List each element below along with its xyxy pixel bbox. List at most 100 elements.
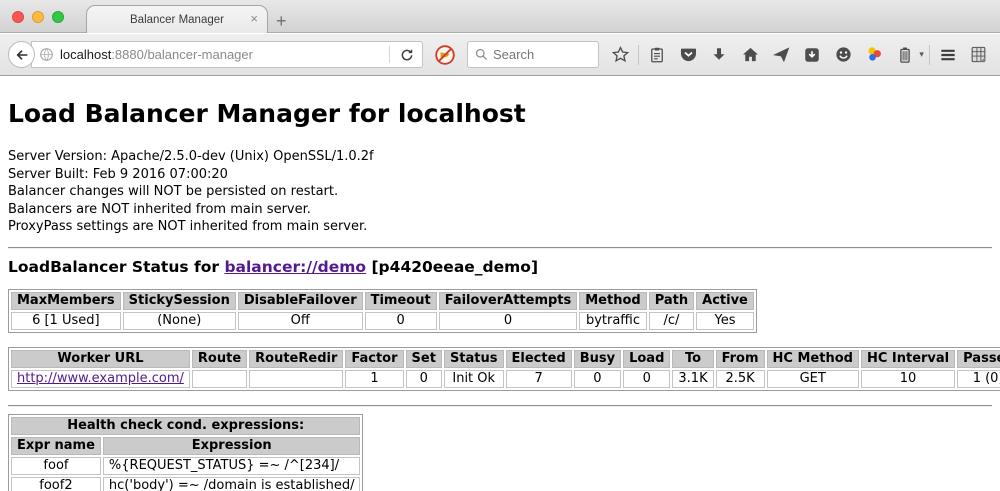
reload-icon <box>399 47 415 63</box>
col-from: From <box>716 350 765 368</box>
col-factor: Factor <box>345 350 403 368</box>
cell-hc-method: GET <box>767 370 859 388</box>
worker-table: Worker URL Route RouteRedir Factor Set S… <box>8 347 1000 391</box>
back-arrow-icon <box>14 47 30 63</box>
col-expr-name: Expr name <box>11 437 101 455</box>
col-expression: Expression <box>103 437 361 455</box>
col-active: Active <box>696 292 754 310</box>
table-row: foof %{REQUEST_STATUS} =~ /^[234]/ <box>11 457 360 475</box>
cell-elected: 7 <box>506 370 572 388</box>
back-button[interactable] <box>8 41 35 68</box>
downloads-button[interactable] <box>706 42 732 68</box>
col-set: Set <box>406 350 442 368</box>
cell-timeout: 0 <box>365 312 437 330</box>
urlbar-divider <box>389 46 390 63</box>
balancer-settings-table: MaxMembers StickySession DisableFailover… <box>8 289 757 333</box>
cell-routeredir <box>249 370 343 388</box>
send-page-button[interactable] <box>768 42 794 68</box>
pocket-button[interactable] <box>675 42 701 68</box>
star-icon <box>611 45 630 64</box>
notice-line: Balancers are NOT inherited from main se… <box>8 201 992 219</box>
cell-worker-url: http://www.example.com/ <box>11 370 190 388</box>
col-path: Path <box>649 292 694 310</box>
container-button[interactable] <box>892 42 918 68</box>
minimize-window-button[interactable] <box>32 11 44 23</box>
cell-failoverattempts: 0 <box>439 312 578 330</box>
cell-expression: hc('body') =~ /domain is established/ <box>103 477 361 491</box>
table-header-row: MaxMembers StickySession DisableFailover… <box>11 292 754 310</box>
col-stickysession: StickySession <box>123 292 236 310</box>
toolbar-separator <box>638 45 639 65</box>
col-timeout: Timeout <box>365 292 437 310</box>
balancer-demo-link[interactable]: balancer://demo <box>224 258 366 276</box>
smiley-icon <box>834 45 853 64</box>
table-header-row: Worker URL Route RouteRedir Factor Set S… <box>11 350 1000 368</box>
col-method: Method <box>579 292 646 310</box>
cell-path: /c/ <box>649 312 694 330</box>
cell-to: 3.1K <box>672 370 713 388</box>
notice-line: Balancer changes will NOT be persisted o… <box>8 183 992 201</box>
cell-method: bytraffic <box>579 312 646 330</box>
cell-expr-name: foof <box>11 457 101 475</box>
download-box-button[interactable] <box>799 42 825 68</box>
col-disablefailover: DisableFailover <box>238 292 363 310</box>
url-bar[interactable]: localhost:8880/balancer-manager <box>31 41 423 68</box>
zoom-window-button[interactable] <box>52 11 64 23</box>
col-maxmembers: MaxMembers <box>11 292 121 310</box>
toolbar-icons: ▾ <box>607 42 992 68</box>
server-version-line: Server Version: Apache/2.5.0-dev (Unix) … <box>8 148 992 166</box>
horizontal-rule <box>8 247 992 249</box>
cell-busy: 0 <box>574 370 621 388</box>
server-built-line: Server Built: Feb 9 2016 07:00:20 <box>8 166 992 184</box>
cell-expr-name: foof2 <box>11 477 101 491</box>
address-text[interactable]: localhost:8880/balancer-manager <box>60 47 387 62</box>
navigation-toolbar: localhost:8880/balancer-manager <box>0 34 1000 76</box>
col-hc-method: HC Method <box>767 350 859 368</box>
toolbar-separator <box>929 45 930 65</box>
tab-balancer-manager[interactable]: Balancer Manager × <box>86 5 268 33</box>
chevron-down-icon[interactable]: ▾ <box>919 49 924 60</box>
screenshot-extension-button[interactable] <box>966 42 992 68</box>
menu-button[interactable] <box>935 42 961 68</box>
paper-plane-icon <box>772 45 791 64</box>
search-icon <box>474 47 489 62</box>
browser-window: Balancer Manager × + localhost:8880/bala… <box>0 0 1000 491</box>
home-button[interactable] <box>737 42 763 68</box>
video-downloadhelper-button[interactable] <box>861 42 887 68</box>
search-input[interactable] <box>493 47 585 62</box>
cell-expression: %{REQUEST_STATUS} =~ /^[234]/ <box>103 457 361 475</box>
cell-set: 0 <box>406 370 442 388</box>
horizontal-rule <box>8 405 992 407</box>
pocket-icon <box>679 45 698 64</box>
clipboard-icon <box>648 46 666 64</box>
close-window-button[interactable] <box>12 11 24 23</box>
search-bar[interactable] <box>467 41 599 68</box>
col-route: Route <box>192 350 247 368</box>
reload-button[interactable] <box>392 42 422 67</box>
status-heading-prefix: LoadBalancer Status for <box>8 258 224 276</box>
grid-page-icon <box>969 45 988 64</box>
cell-load: 0 <box>623 370 670 388</box>
flashblock-button[interactable] <box>432 42 458 68</box>
page-title: Load Balancer Manager for localhost <box>8 99 992 128</box>
bookmark-star-button[interactable] <box>607 42 633 68</box>
tab-close-icon[interactable]: × <box>250 12 258 25</box>
window-controls <box>12 11 64 23</box>
col-status: Status <box>444 350 504 368</box>
colored-dots-icon <box>865 45 884 64</box>
new-tab-button[interactable]: + <box>276 12 287 30</box>
health-check-title: Health check cond. expressions: <box>11 417 360 435</box>
col-hc-interval: HC Interval <box>861 350 955 368</box>
worker-url-link[interactable]: http://www.example.com/ <box>17 371 184 386</box>
reading-list-button[interactable] <box>644 42 670 68</box>
col-worker-url: Worker URL <box>11 350 190 368</box>
cell-factor: 1 <box>345 370 403 388</box>
table-row: 6 [1 Used] (None) Off 0 0 bytraffic /c/ … <box>11 312 754 330</box>
worker-row: http://www.example.com/ 1 0 Init Ok 7 0 … <box>11 370 1000 388</box>
server-info: Server Version: Apache/2.5.0-dev (Unix) … <box>8 148 992 236</box>
cell-active: Yes <box>696 312 754 330</box>
hello-button[interactable] <box>830 42 856 68</box>
health-check-table: Health check cond. expressions: Expr nam… <box>8 414 363 491</box>
cell-disablefailover: Off <box>238 312 363 330</box>
hamburger-icon <box>938 45 958 65</box>
